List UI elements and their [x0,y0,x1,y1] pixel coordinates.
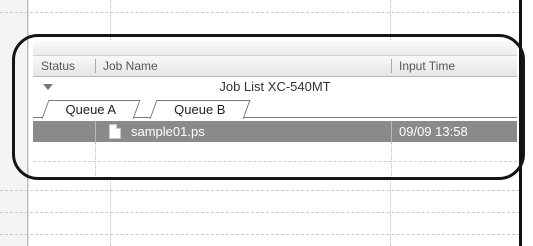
window-right-border [519,0,522,246]
job-list-panel: Status Job Name Input Time Job List XC-5… [33,41,517,180]
tab-queue-a-label: Queue A [65,102,117,117]
panel-top-strip [33,41,517,56]
column-line [391,142,392,180]
tab-queue-a[interactable]: Queue A [41,100,141,119]
job-name-cell: sample01.ps [131,124,205,139]
column-status[interactable]: Status [41,59,75,73]
column-line [95,142,96,180]
left-margin-divider [27,0,28,246]
grid-line [0,190,520,191]
queue-tabs: Queue A Queue B [33,98,517,119]
cell-divider [391,121,392,142]
job-list-group-row[interactable]: Job List XC-540MT [33,77,517,97]
cell-divider [95,121,96,142]
tab-queue-b[interactable]: Queue B [149,100,251,119]
column-separator[interactable] [391,59,392,73]
tab-queue-b-label: Queue B [174,102,226,117]
column-input-time[interactable]: Input Time [399,59,455,73]
column-header: Status Job Name Input Time [33,56,517,77]
document-icon [109,124,121,139]
left-margin [0,0,29,246]
grid-line [0,234,520,235]
column-separator[interactable] [95,59,96,73]
job-list-title: Job List XC-540MT [219,79,331,94]
screen: { "job_list": { "columns": [ {"label": "… [0,0,533,246]
grid-line [0,212,520,213]
grid-line [0,12,520,13]
table-row[interactable]: sample01.ps 09/09 13:58 [33,121,517,142]
column-job-name[interactable]: Job Name [103,59,158,73]
empty-row-line [33,161,517,162]
input-time-cell: 09/09 13:58 [399,124,468,139]
